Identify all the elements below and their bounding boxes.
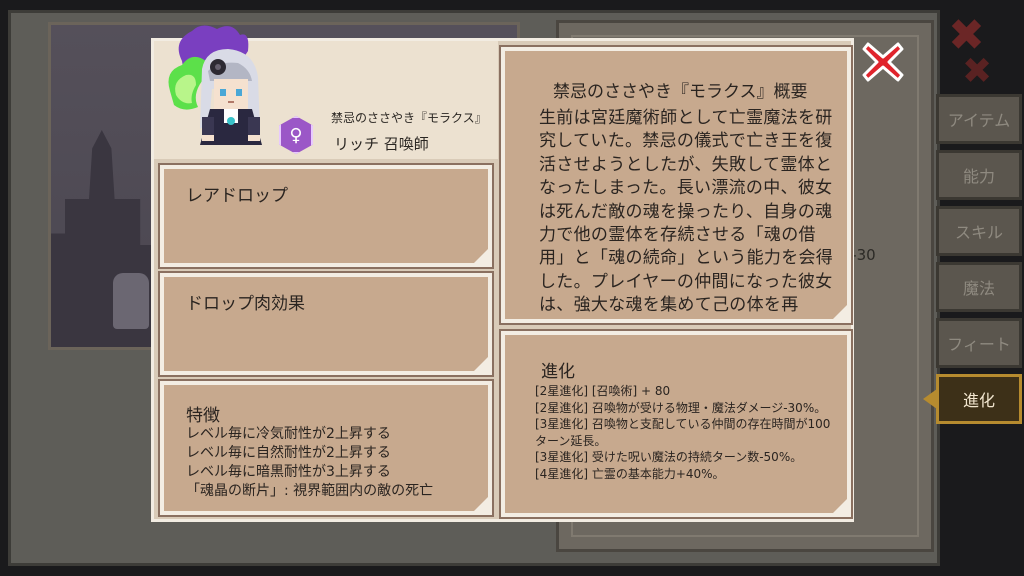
- gender-female-icon: ♀: [279, 116, 313, 154]
- card-corner-decoration: [474, 357, 488, 371]
- character-header: ♀ 禁忌のささやき『モラクス』 リッチ 召喚師: [154, 25, 498, 159]
- character-class: リッチ 召喚師: [334, 135, 429, 153]
- tab-evolution-label: 進化: [962, 391, 995, 410]
- evolution-line: [3星進化] 受けた呪い魔法の持続ターン数-50%。: [535, 450, 803, 464]
- trait-line: 「魂晶の断片」: 視界範囲内の敵の死亡: [186, 483, 434, 499]
- character-portrait: [168, 25, 262, 145]
- tab-magic[interactable]: 魔法: [936, 262, 1022, 312]
- card-corner-decoration: [833, 305, 847, 319]
- rare-drop-card: レアドロップ: [158, 163, 494, 269]
- trait-line: レベル毎に暗黒耐性が3上昇する: [186, 464, 391, 480]
- background-character: [113, 273, 149, 329]
- tab-skills[interactable]: スキル: [936, 206, 1022, 256]
- tab-active-arrow-icon: [923, 389, 937, 409]
- background-close-icon-2: ✖: [962, 51, 993, 92]
- traits-title: 特徴: [186, 406, 220, 426]
- close-icon: [862, 42, 904, 82]
- meat-effect-card: ドロップ肉効果: [158, 271, 494, 377]
- rare-drop-title: レアドロップ: [186, 186, 288, 206]
- trait-line: レベル毎に冷気耐性が2上昇する: [186, 426, 391, 442]
- evolution-card: 進化 [2星進化] [召喚術] + 80 [2星進化] 召喚物が受ける物理・魔法…: [499, 329, 853, 519]
- tab-feats[interactable]: フィート: [936, 318, 1022, 368]
- traits-card: 特徴 レベル毎に冷気耐性が2上昇する レベル毎に自然耐性が2上昇する レベル毎に…: [158, 379, 494, 517]
- overview-title: 禁忌のささやき『モラクス』概要: [553, 82, 808, 102]
- tab-abilities[interactable]: 能力: [936, 150, 1022, 200]
- card-corner-decoration: [474, 497, 488, 511]
- evolution-line: [2星進化] 召喚物が受ける物理・魔法ダメージ-30%。: [535, 400, 827, 415]
- card-corner-decoration: [833, 499, 847, 513]
- character-name: 禁忌のささやき『モラクス』: [331, 111, 487, 125]
- evolution-line: [4星進化] 亡霊の基本能力+40%。: [535, 466, 725, 481]
- overview-text[interactable]: 生前は宮廷魔術師として亡霊魔法を研究していた。禁忌の儀式で亡き王を復活させようと…: [539, 107, 835, 319]
- tab-items[interactable]: アイテム: [936, 94, 1022, 144]
- card-corner-decoration: [474, 249, 488, 263]
- traits-list[interactable]: レベル毎に冷気耐性が2上昇する レベル毎に自然耐性が2上昇する レベル毎に暗黒耐…: [186, 425, 488, 501]
- evolution-list: [2星進化] [召喚術] + 80 [2星進化] 召喚物が受ける物理・魔法ダメー…: [535, 383, 831, 482]
- side-tabs: アイテム 能力 スキル 魔法 フィート 進化: [923, 94, 1022, 430]
- meat-effect-title: ドロップ肉効果: [186, 294, 305, 314]
- trait-line: レベル毎に自然耐性が2上昇する: [186, 445, 391, 461]
- close-button[interactable]: [862, 40, 904, 84]
- tab-evolution[interactable]: 進化: [923, 374, 1022, 424]
- evolution-title: 進化: [541, 362, 575, 382]
- overview-card: 禁忌のささやき『モラクス』概要 生前は宮廷魔術師として亡霊魔法を研究していた。禁…: [499, 45, 853, 325]
- monster-info-popup: ♀ 禁忌のささやき『モラクス』 リッチ 召喚師 レアドロップ ドロップ肉効果 特…: [151, 25, 854, 522]
- evolution-line: [2星進化] [召喚術] + 80: [535, 384, 671, 398]
- evolution-line: [3星進化] 召喚物と支配している仲間の存在時間が100ターン延長。: [535, 417, 831, 448]
